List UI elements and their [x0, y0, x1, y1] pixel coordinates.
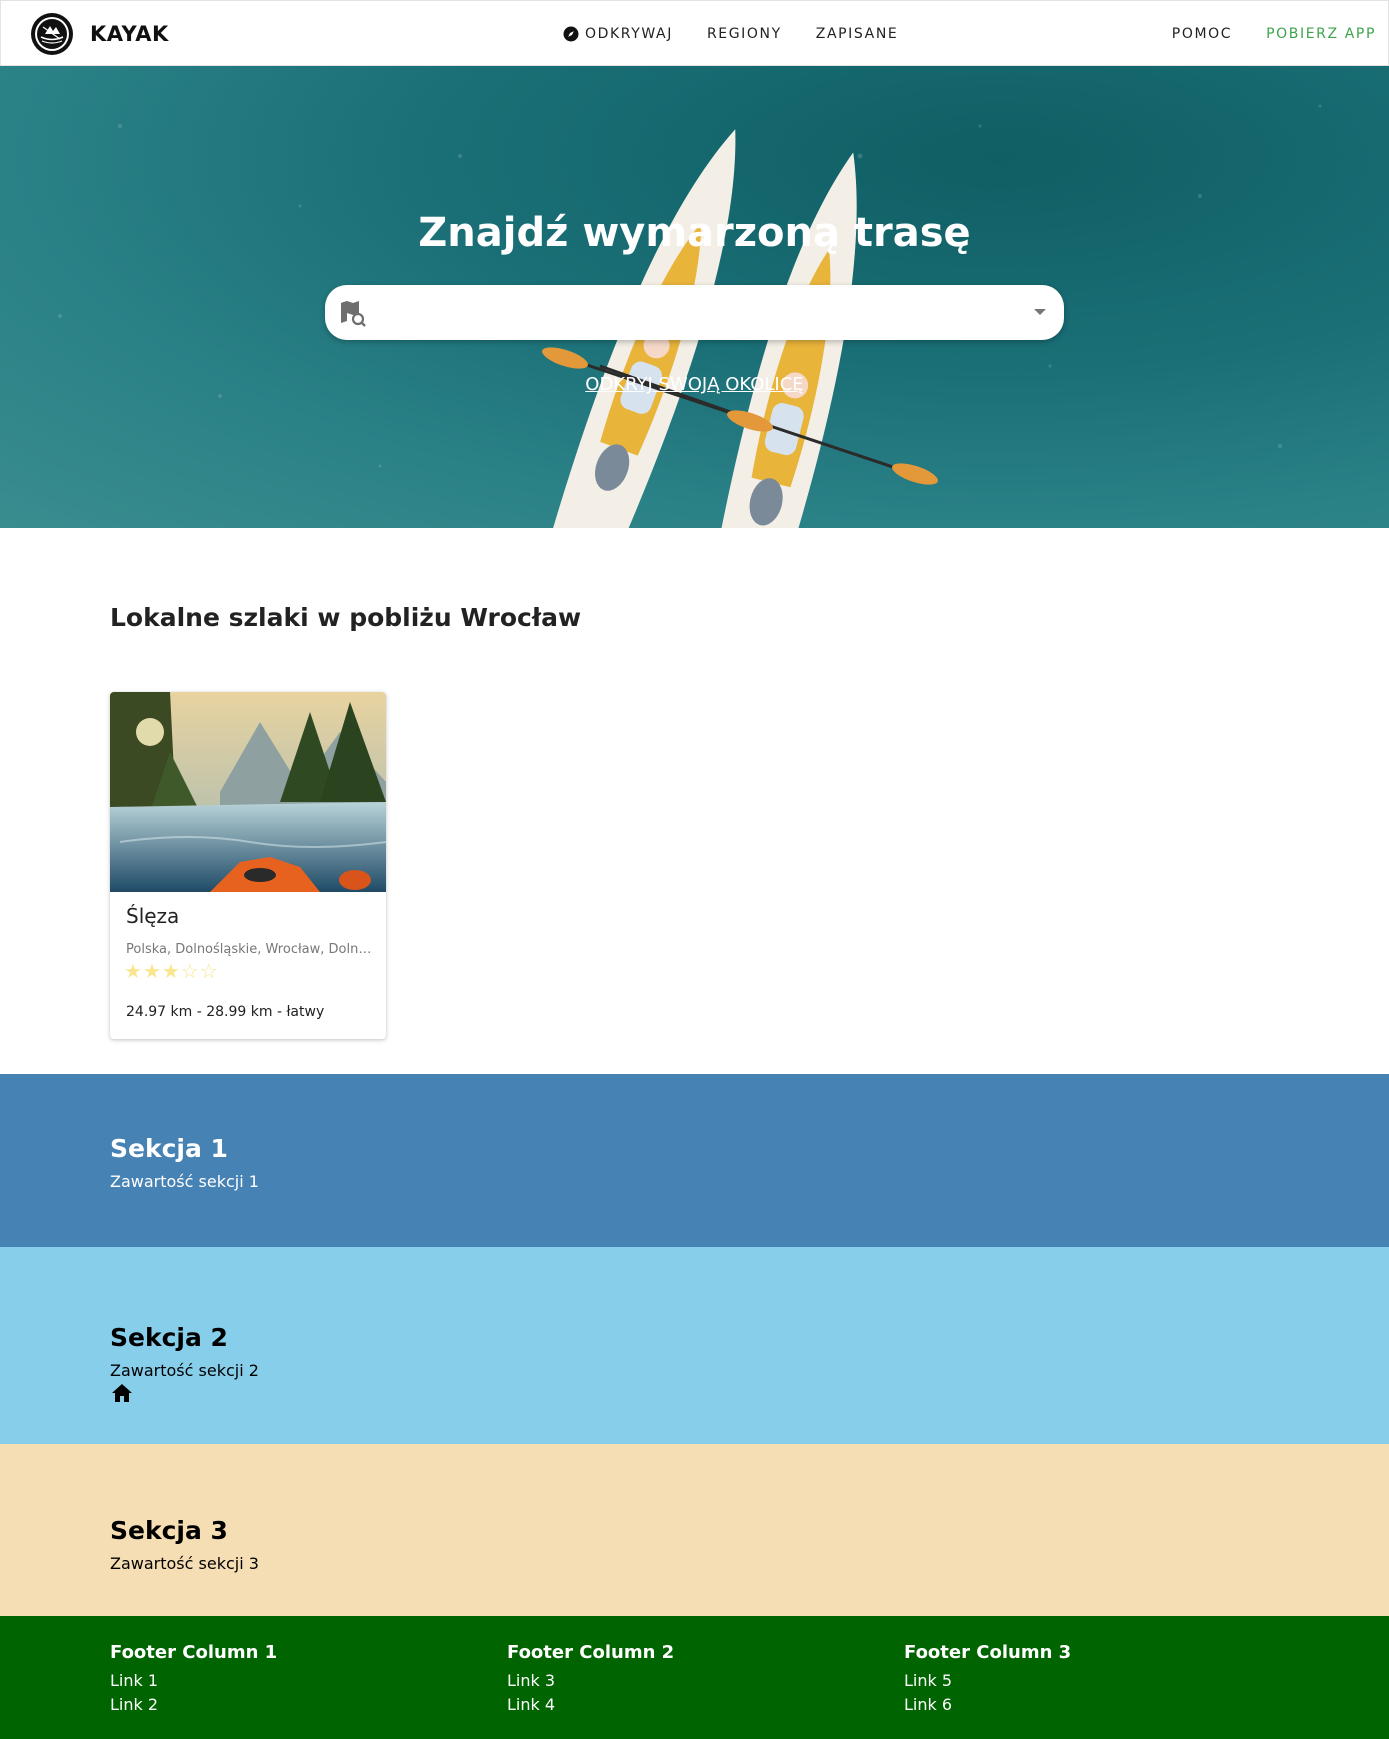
- trail-location: Polska, Dolnośląskie, Wrocław, Dolnośląs…: [126, 942, 372, 957]
- section-1-title: Sekcja 1: [110, 1134, 228, 1163]
- section-2-title: Sekcja 2: [110, 1323, 228, 1352]
- footer-column-2-title: Footer Column 2: [507, 1642, 675, 1663]
- star-filled-icon: ★: [124, 959, 143, 983]
- kayak-logo-icon: [31, 13, 73, 55]
- top-navbar: KAYAK ODKRYWAJ REGIONY ZAPISANE POMOC PO…: [0, 0, 1389, 66]
- secondary-nav: POMOC POBIERZ APP: [1172, 1, 1388, 67]
- trail-card[interactable]: Ślęza Polska, Dolnośląskie, Wrocław, Dol…: [110, 692, 386, 1039]
- nav-pomoc-label: POMOC: [1171, 26, 1233, 42]
- nav-zapisane-label: ZAPISANE: [815, 26, 899, 42]
- discover-area-link-wrapper: ODKRYJ SWOJĄ OKOLICĘ: [0, 374, 1389, 395]
- footer-column-3: Footer Column 3 Link 5 Link 6: [904, 1642, 1071, 1717]
- section-2: Sekcja 2 Zawartość sekcji 2: [0, 1247, 1389, 1444]
- nav-zapisane[interactable]: ZAPISANE: [816, 26, 899, 42]
- nav-pomoc[interactable]: POMOC: [1172, 26, 1232, 42]
- star-empty-icon: ☆: [199, 959, 219, 983]
- trail-name: Ślęza: [126, 904, 180, 928]
- section-2-content: Zawartość sekcji 2: [110, 1361, 259, 1380]
- brand-name: KAYAK: [90, 22, 169, 46]
- star-empty-icon: ☆: [180, 959, 200, 983]
- section-1: Sekcja 1 Zawartość sekcji 1: [0, 1074, 1389, 1247]
- compass-icon: [563, 26, 579, 42]
- footer-column-3-title: Footer Column 3: [904, 1642, 1072, 1663]
- region-search-box[interactable]: [325, 285, 1064, 340]
- footer-column-2: Footer Column 2 Link 3 Link 4: [507, 1642, 674, 1717]
- section-1-content: Zawartość sekcji 1: [110, 1172, 259, 1191]
- footer-column-1: Footer Column 1 Link 1 Link 2: [110, 1642, 277, 1717]
- hero-title: Znajdź wymarzoną trasę: [418, 210, 971, 256]
- section-3: Sekcja 3 Zawartość sekcji 3: [0, 1444, 1389, 1616]
- footer-link-4[interactable]: Link 4: [507, 1693, 674, 1717]
- hero-banner: Znajdź wymarzoną trasę ODKRYJ SWOJĄ OKOL…: [0, 66, 1389, 528]
- main-nav: ODKRYWAJ REGIONY ZAPISANE: [563, 1, 932, 67]
- discover-area-link[interactable]: ODKRYJ SWOJĄ OKOLICĘ: [585, 374, 803, 395]
- map-search-icon: [341, 301, 366, 327]
- footer-column-1-title: Footer Column 1: [110, 1642, 278, 1663]
- footer-link-3[interactable]: Link 3: [507, 1669, 674, 1693]
- dropdown-caret-icon[interactable]: [1034, 309, 1046, 315]
- footer-link-2[interactable]: Link 2: [110, 1693, 277, 1717]
- section-3-title: Sekcja 3: [110, 1516, 228, 1545]
- nav-regiony-label: REGIONY: [706, 26, 782, 42]
- footer-link-5[interactable]: Link 5: [904, 1669, 1071, 1693]
- home-icon: [112, 1384, 132, 1402]
- section-3-content: Zawartość sekcji 3: [110, 1554, 259, 1573]
- local-trails-heading: Lokalne szlaki w pobliżu Wrocław: [110, 603, 582, 632]
- nav-odkrywaj[interactable]: ODKRYWAJ: [563, 26, 673, 42]
- star-filled-icon: ★: [142, 959, 162, 983]
- download-app-label: POBIERZ APP: [1266, 26, 1376, 42]
- download-app-link[interactable]: POBIERZ APP: [1266, 26, 1376, 42]
- star-filled-icon: ★: [161, 959, 181, 983]
- brand[interactable]: KAYAK: [31, 13, 169, 55]
- nav-regiony[interactable]: REGIONY: [707, 26, 782, 42]
- nav-odkrywaj-label: ODKRYWAJ: [585, 26, 673, 42]
- trail-rating: ★★★☆☆: [124, 959, 219, 983]
- trail-meta: 24.97 km - 28.99 km - łatwy: [126, 1004, 325, 1020]
- footer-link-6[interactable]: Link 6: [904, 1693, 1071, 1717]
- footer: Footer Column 1 Link 1 Link 2 Footer Col…: [0, 1616, 1389, 1739]
- trail-card-image: [110, 692, 386, 892]
- region-search-input[interactable]: [377, 295, 997, 329]
- footer-link-1[interactable]: Link 1: [110, 1669, 277, 1693]
